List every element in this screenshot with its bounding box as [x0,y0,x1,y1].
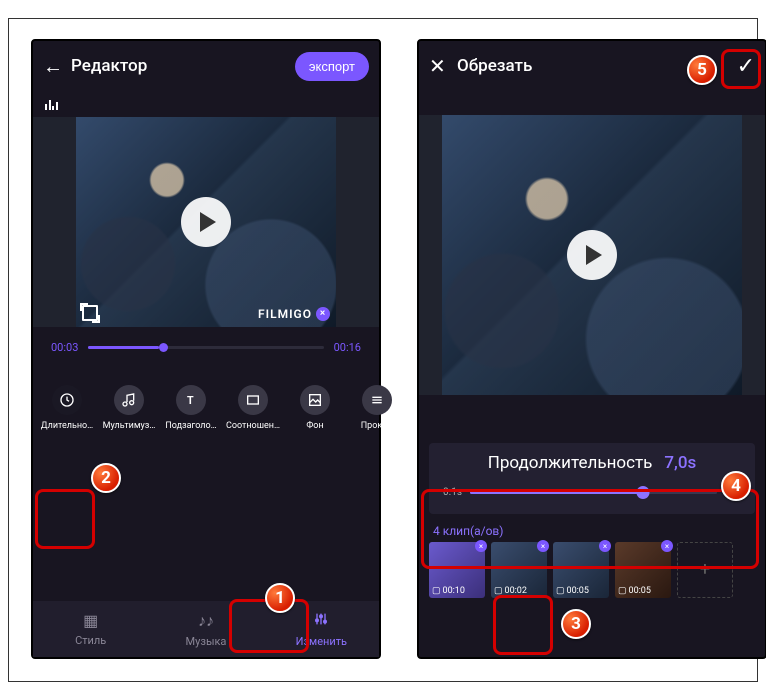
svg-text:T: T [187,394,194,407]
clips-count: 4 клип(а/ов) [419,514,765,542]
time-total: 00:16 [334,341,361,354]
preview-area: FILMIGO × [33,117,379,327]
tool-scroll[interactable]: Прокр… [347,385,407,431]
step-badge-5: 5 [687,55,717,85]
add-clip-button[interactable]: + [677,542,733,598]
duration-min: 0.1s [443,487,462,498]
export-button[interactable]: экспорт [295,52,369,81]
plus-icon: + [700,561,710,579]
remove-clip-icon[interactable]: × [537,540,549,552]
tool-subtitle[interactable]: T Подзаголо… [161,385,221,431]
scroll-icon [362,385,392,415]
clip-strip: × ▢ 00:10 × ▢ 00:02 × ▢ 00:05 × ▢ 00 [419,542,765,598]
clip-item[interactable]: × ▢ 00:05 [553,542,609,598]
image-icon: ▢ [432,586,441,596]
clip-item[interactable]: × ▢ 00:05 [615,542,671,598]
editor-title: Редактор [71,56,295,76]
tool-ratio[interactable]: Соотношен… [223,385,283,431]
step-badge-4: 4 [721,471,751,501]
background-icon [300,385,330,415]
watermark-text: FILMIGO [258,307,312,321]
step-badge-3: 3 [561,609,591,639]
bottom-nav: ▦ Стиль ♪♪ Музыка Изменить [33,601,379,657]
fullscreen-icon[interactable] [82,305,98,321]
style-icon: ▦ [83,611,98,630]
image-icon: ▢ [556,586,565,596]
editor-topbar: ← Редактор экспорт [33,41,379,91]
duration-panel: Продолжительность 7,0s 0.1s 10s [429,443,755,514]
remove-clip-icon[interactable]: × [599,540,611,552]
play-icon[interactable] [181,197,231,247]
clip-item[interactable]: × ▢ 00:10 [429,542,485,598]
duration-value: 7,0s [664,453,696,473]
image-icon: ▢ [618,586,627,596]
time-current: 00:03 [51,341,78,354]
text-icon: T [176,385,206,415]
step-badge-2: 2 [91,463,121,493]
clip-item[interactable]: × ▢ 00:02 [491,542,547,598]
tool-background[interactable]: Фон [285,385,345,431]
audio-wave-bar [33,91,379,117]
nav-style[interactable]: ▦ Стиль [33,601,148,657]
tool-duration[interactable]: Длительно… [37,385,97,431]
equalizer-icon[interactable] [45,98,59,110]
duration-label: Продолжительность [488,453,653,473]
clock-icon [52,385,82,415]
remove-clip-icon[interactable]: × [661,540,673,552]
remove-clip-icon[interactable]: × [475,540,487,552]
timeline-track[interactable] [88,346,323,349]
trim-video-preview[interactable] [442,115,742,395]
watermark: FILMIGO × [258,307,330,321]
close-icon[interactable]: ✕ [429,54,457,78]
play-icon[interactable] [567,230,617,280]
tutorial-frame: ← Редактор экспорт FILMIGO × 00:03 [8,18,758,682]
step-badge-1: 1 [265,583,295,613]
tool-multimusic[interactable]: Мультимуз… [99,385,159,431]
video-preview[interactable]: FILMIGO × [76,117,336,327]
nav-music[interactable]: ♪♪ Музыка [148,601,263,657]
timeline[interactable]: 00:03 00:16 [33,327,379,367]
trim-preview-area [419,115,765,395]
music-icon [114,385,144,415]
tool-row: Длительно… Мультимуз… T Подзаголо… Соотн… [33,367,379,449]
image-icon: ▢ [494,586,503,596]
phone-trim: ✕ Обрезать ✓ Продолжительность 7,0s 0.1s [417,39,766,659]
duration-slider[interactable] [470,491,717,494]
ratio-icon [238,385,268,415]
remove-watermark-icon[interactable]: × [316,307,330,321]
music-nav-icon: ♪♪ [198,611,214,631]
sliders-icon [313,611,329,631]
phone-editor: ← Редактор экспорт FILMIGO × 00:03 [31,39,381,659]
confirm-icon[interactable]: ✓ [737,54,755,79]
back-icon[interactable]: ← [43,54,71,79]
